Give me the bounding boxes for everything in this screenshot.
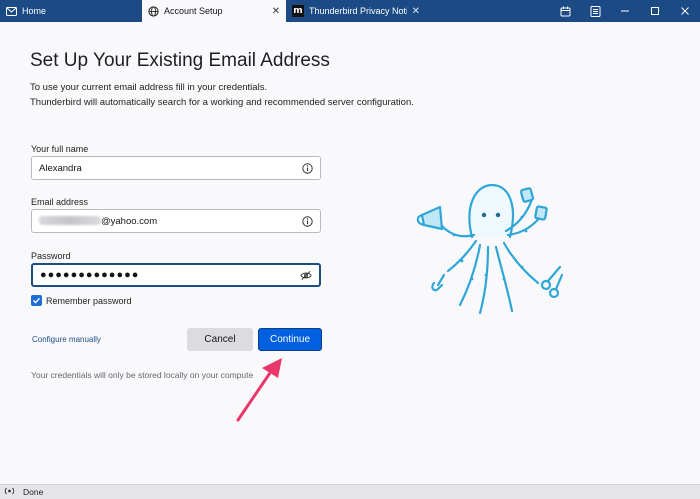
email-input[interactable]: @yahoo.com — [31, 209, 321, 233]
info-icon[interactable] — [301, 215, 313, 227]
email-label: Email address — [31, 197, 89, 207]
redacted-email-user — [39, 215, 101, 225]
tasks-icon[interactable] — [580, 0, 610, 22]
calendar-icon[interactable] — [550, 0, 580, 22]
cancel-button[interactable]: Cancel — [187, 328, 253, 351]
tab-account-setup[interactable]: Account Setup ✕ — [142, 0, 286, 22]
intro-line-2: Thunderbird will automatically search fo… — [30, 97, 414, 108]
name-label: Your full name — [31, 144, 89, 154]
remember-password[interactable]: Remember password — [31, 295, 132, 306]
tab-close-icon[interactable]: ✕ — [412, 6, 420, 17]
password-label: Password — [31, 251, 71, 261]
password-value: ●●●●●●●●●●●●● — [40, 269, 140, 281]
full-name-value: Alexandra — [39, 162, 82, 174]
eye-slash-icon[interactable] — [300, 269, 312, 281]
credentials-footnote: Your credentials will only be stored loc… — [31, 370, 254, 380]
title-tab-bar: Home Account Setup ✕ m Thunderbird Priva… — [0, 0, 700, 22]
remember-checkbox[interactable] — [31, 295, 42, 306]
page-title: Set Up Your Existing Email Address — [30, 50, 330, 71]
remember-label: Remember password — [46, 295, 132, 306]
tab-account-setup-label: Account Setup — [164, 6, 223, 16]
maximize-icon[interactable] — [640, 0, 670, 22]
configure-manually-link[interactable]: Configure manually — [32, 335, 101, 344]
annotation-arrow — [236, 358, 282, 422]
tab-privacy-notice[interactable]: m Thunderbird Privacy Notice ✕ — [286, 0, 426, 22]
tab-close-icon[interactable]: ✕ — [272, 6, 280, 17]
intro-text: To use your current email address fill i… — [30, 80, 414, 110]
globe-icon — [148, 5, 159, 17]
continue-button[interactable]: Continue — [258, 328, 322, 351]
mail-icon — [6, 6, 17, 17]
password-input[interactable]: ●●●●●●●●●●●●● — [31, 263, 321, 287]
intro-line-1: To use your current email address fill i… — [30, 82, 268, 93]
info-icon[interactable] — [301, 162, 313, 174]
full-name-input[interactable]: Alexandra — [31, 156, 321, 180]
account-setup-page: Set Up Your Existing Email Address To us… — [0, 22, 700, 484]
status-bar: Done — [0, 484, 700, 499]
mozilla-m-icon: m — [292, 5, 304, 17]
tab-home[interactable]: Home — [0, 0, 142, 22]
tab-home-label: Home — [22, 6, 47, 16]
window-controls — [550, 0, 700, 22]
octopus-mascot-illustration — [416, 183, 564, 315]
status-text: Done — [23, 487, 44, 497]
close-icon[interactable] — [670, 0, 700, 22]
tab-privacy-label: Thunderbird Privacy Notice — [309, 6, 407, 16]
activity-icon[interactable] — [4, 486, 15, 498]
minimize-icon[interactable] — [610, 0, 640, 22]
email-domain: @yahoo.com — [101, 215, 158, 227]
